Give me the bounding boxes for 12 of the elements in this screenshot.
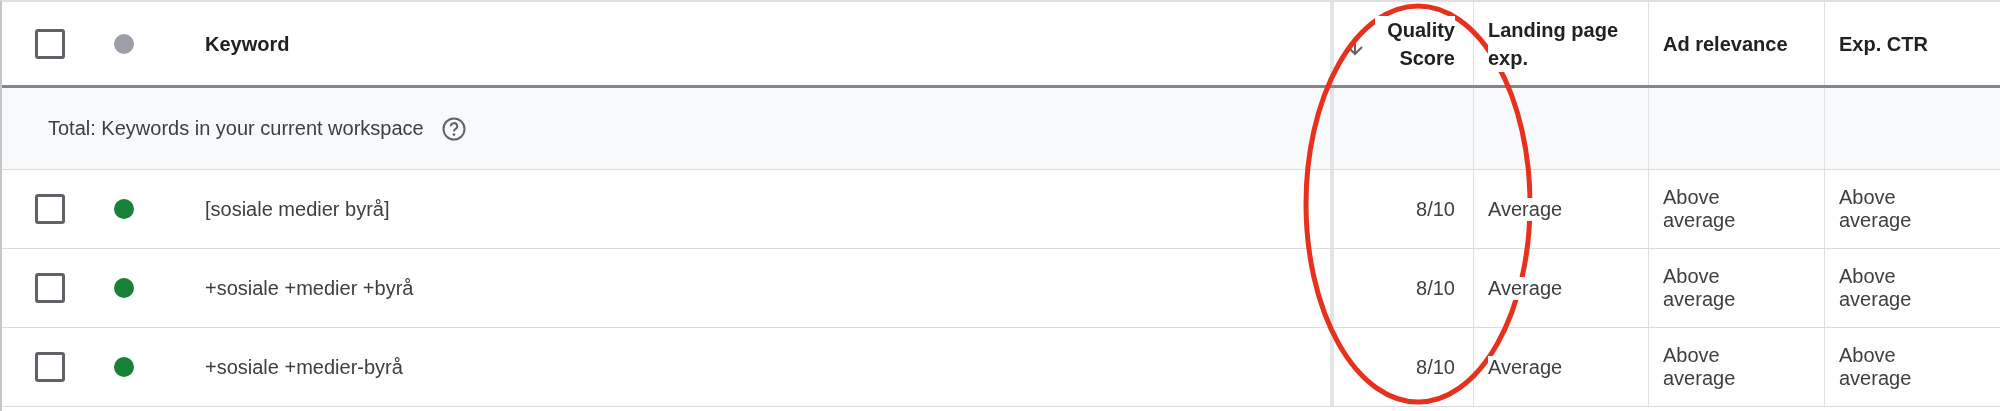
landing-page-rating: Average <box>1488 355 1563 379</box>
landing-page-rating: Average <box>1488 197 1563 221</box>
checkbox[interactable] <box>35 194 65 224</box>
help-icon[interactable] <box>441 116 466 141</box>
checkbox[interactable] <box>35 352 65 382</box>
total-label: Total: Keywords in your current workspace <box>48 117 424 140</box>
landing-page-rating: Average <box>1488 276 1563 300</box>
keyword-text: +sosiale +medier-byrå <box>205 355 403 379</box>
checkbox[interactable] <box>35 28 65 59</box>
keyword-text: +sosiale +medier +byrå <box>205 276 414 300</box>
checkbox[interactable] <box>35 273 65 303</box>
keyword-text: [sosiale medier byrå] <box>205 197 390 221</box>
